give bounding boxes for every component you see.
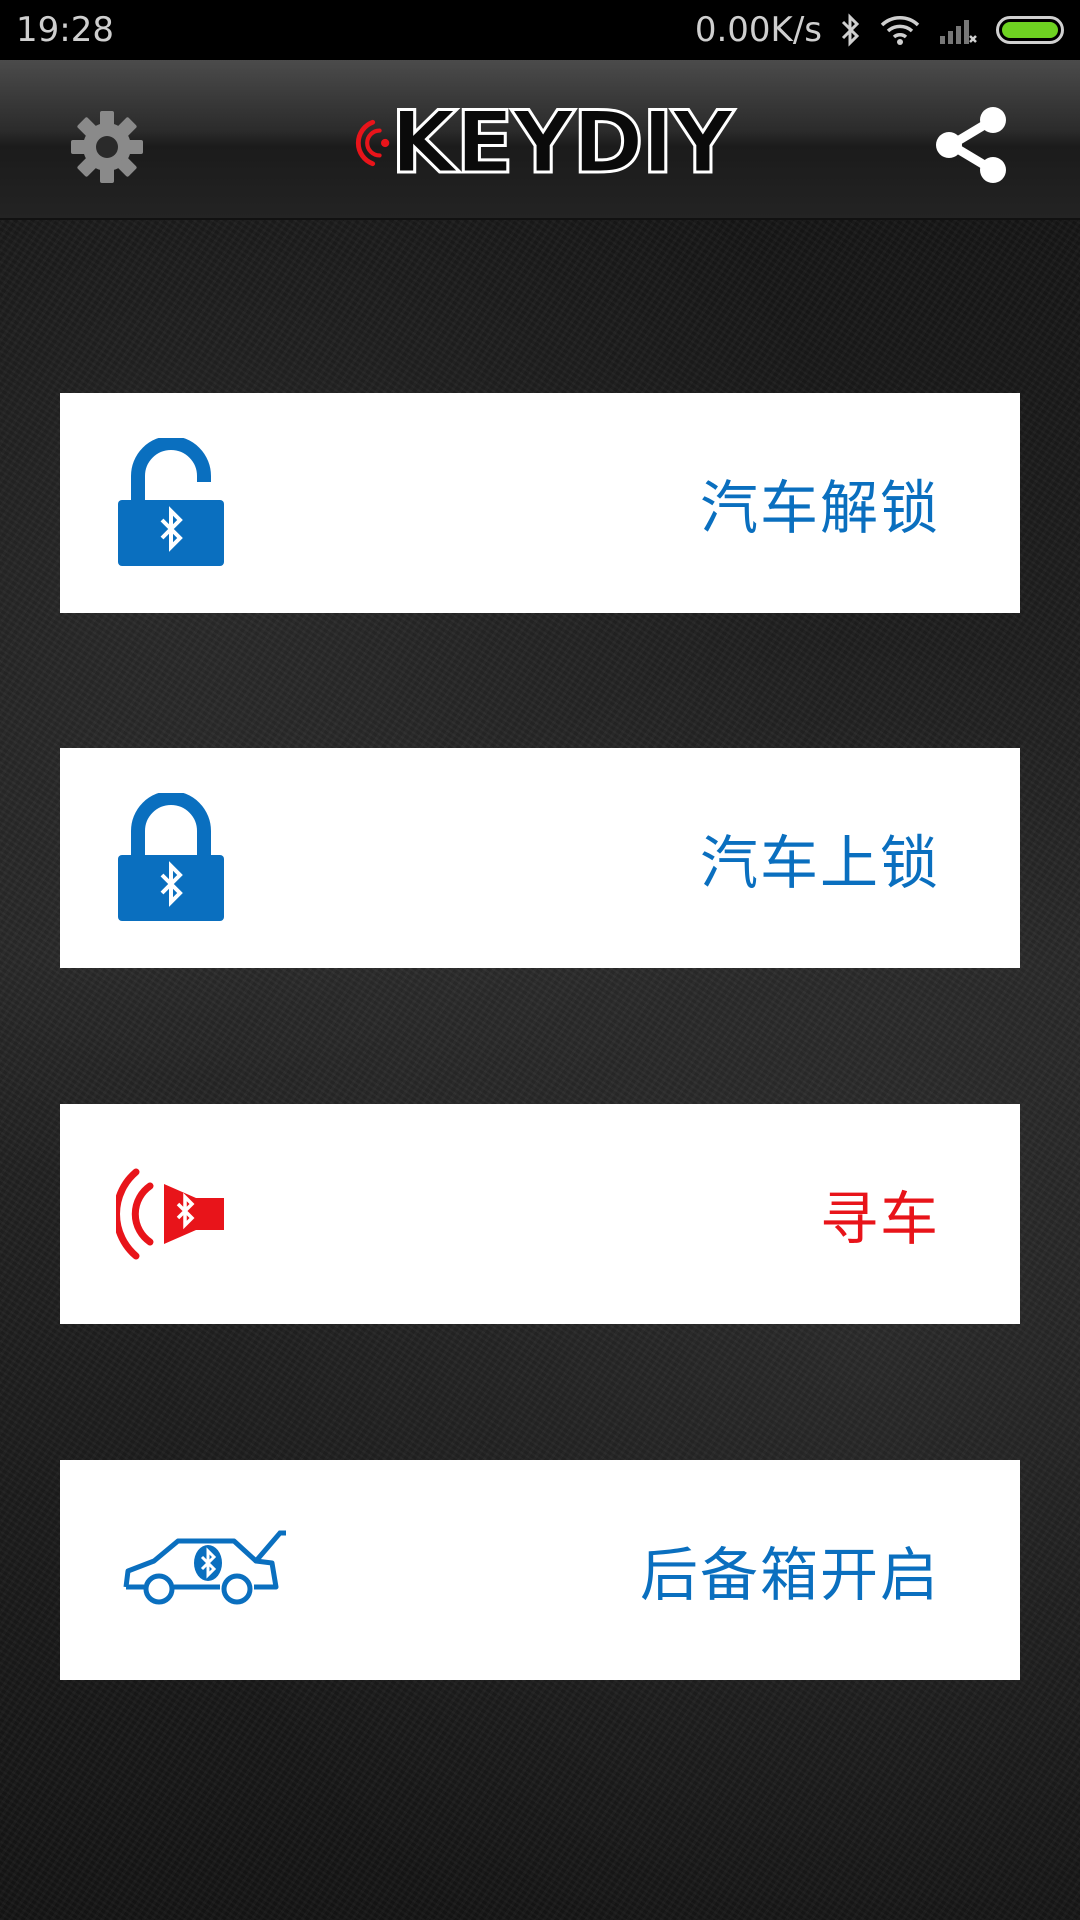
- network-speed: 0.00K/s: [694, 10, 822, 50]
- car-trunk-bluetooth-icon: [116, 1500, 296, 1640]
- open-trunk-label: 后备箱开启: [639, 1541, 940, 1609]
- settings-button[interactable]: [62, 102, 152, 192]
- logo-text: KEYDIY: [389, 93, 735, 193]
- lock-bluetooth-icon: [116, 788, 296, 928]
- bluetooth-status-icon: [840, 13, 862, 47]
- wifi-icon: [880, 14, 920, 46]
- share-icon: [936, 107, 1006, 183]
- signal-waves-logo-icon: [355, 119, 390, 167]
- share-button[interactable]: [926, 100, 1016, 190]
- open-trunk-button[interactable]: 后备箱开启: [60, 1460, 1020, 1680]
- status-bar: 19:28 0.00K/s: [0, 0, 1080, 60]
- unlock-bluetooth-icon: [116, 433, 296, 573]
- status-time: 19:28: [16, 10, 114, 50]
- horn-bluetooth-icon: [116, 1144, 296, 1284]
- signal-icon: [938, 14, 978, 46]
- lock-car-label: 汽车上锁: [699, 829, 940, 897]
- gear-icon: [71, 111, 143, 183]
- lock-car-button[interactable]: 汽车上锁: [60, 748, 1020, 968]
- battery-icon: [996, 16, 1064, 44]
- status-icons: 0.00K/s: [695, 10, 1064, 50]
- unlock-car-button[interactable]: 汽车解锁: [60, 393, 1020, 613]
- app-logo: KEYDIY: [352, 93, 736, 193]
- unlock-car-label: 汽车解锁: [699, 474, 940, 542]
- find-car-button[interactable]: 寻车: [60, 1104, 1020, 1324]
- find-car-label: 寻车: [819, 1185, 940, 1253]
- app-bar: KEYDIY: [0, 60, 1080, 220]
